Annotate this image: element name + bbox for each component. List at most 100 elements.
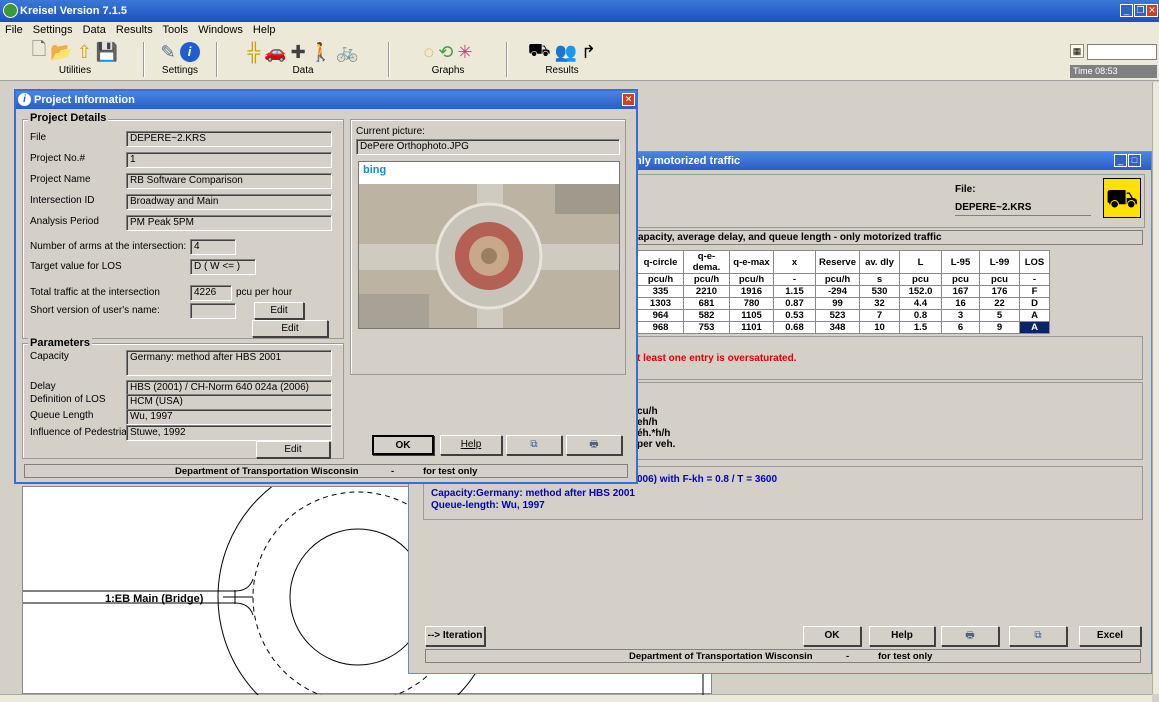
table-cell: 348 xyxy=(815,321,860,334)
table-cell: 1303 xyxy=(637,297,684,310)
menu-data[interactable]: Data xyxy=(83,24,106,36)
people-icon[interactable]: 👥 xyxy=(555,42,577,63)
open-folder-icon[interactable]: 📂 xyxy=(50,42,72,63)
info-icon[interactable]: i xyxy=(179,42,200,62)
traffic-unit: pcu per hour xyxy=(236,287,293,298)
toolbar-label-settings: Settings xyxy=(161,65,199,76)
calculator-icon[interactable]: ▦ xyxy=(1070,44,1084,58)
results-minimize-icon[interactable]: _ xyxy=(1114,154,1127,167)
cross-icon[interactable]: ✚ xyxy=(291,42,306,63)
table-cell: 5 xyxy=(979,309,1020,322)
table-cell: L-95 xyxy=(941,250,980,274)
up-arrow-icon[interactable]: ⇧ xyxy=(77,42,92,63)
table-cell: 1.15 xyxy=(773,285,816,298)
capacity-param[interactable]: Germany: method after HBS 2001 xyxy=(126,350,332,376)
param-label: Queue Length xyxy=(30,410,94,421)
menu-results[interactable]: Results xyxy=(116,24,153,36)
table-cell: pcu/h xyxy=(637,273,684,286)
project-name-field[interactable]: RB Software Comparison xyxy=(126,173,332,189)
minimize-icon[interactable]: _ xyxy=(1120,4,1133,17)
table-cell: LOS xyxy=(1019,250,1050,274)
orthophoto-image: bing xyxy=(358,161,620,329)
toolbar-group-data: ╬ 🚗 ✚ 🚶 🚲 Data xyxy=(222,39,384,79)
arms-field[interactable]: 4 xyxy=(190,239,236,255)
dialog-close-icon[interactable]: ✕ xyxy=(622,93,635,106)
edit-user-button[interactable]: Edit xyxy=(254,302,304,319)
file-field[interactable]: DEPERE~2.KRS xyxy=(126,131,332,147)
dialog-copy-icon[interactable]: ⧉ xyxy=(506,435,562,455)
save-icon[interactable]: 💾 xyxy=(96,42,118,63)
flow-graph-icon[interactable]: ✳ xyxy=(457,42,472,63)
table-cell: q-circle xyxy=(637,250,684,274)
table-cell: q-e-dema. xyxy=(683,250,730,274)
vertical-scrollbar[interactable] xyxy=(1152,82,1159,694)
param-label: Definition of LOS xyxy=(30,394,106,405)
edit-details-button[interactable]: Edit xyxy=(252,320,328,337)
app-titlebar: Kreisel Version 7.1.5 xyxy=(0,0,1159,22)
results-help-button[interactable]: Help xyxy=(869,626,935,646)
los-definition-param[interactable]: HCM (USA) xyxy=(126,394,332,410)
pedestrians-param[interactable]: Stuwe, 1992 xyxy=(126,425,332,441)
roundabout-icon[interactable]: ◌ xyxy=(424,42,435,63)
toolbar-group-graphs: ◌ ⟲ ✳ Graphs xyxy=(394,39,502,79)
results-maximize-icon[interactable]: □ xyxy=(1128,154,1141,167)
table-cell: av. dly xyxy=(859,250,900,274)
dialog-print-icon[interactable]: 🖶 xyxy=(566,435,622,455)
new-file-icon[interactable]: 🗋 xyxy=(32,37,46,67)
intersection-id-field[interactable]: Broadway and Main xyxy=(126,194,332,210)
queue-method: Queue-length: Wu, 1997 xyxy=(431,500,545,511)
results-statusbar: Department of Transportation Wisconsin -… xyxy=(425,649,1141,663)
app-title: Kreisel Version 7.1.5 xyxy=(20,5,128,17)
quick-input[interactable] xyxy=(1087,44,1157,60)
table-row: 1303 681 780 0.87 99 32 4.4 16 22 D xyxy=(637,297,1050,310)
delay-method: 006) with F-kh = 0.8 / T = 3600 xyxy=(637,474,778,485)
menu-tools[interactable]: Tools xyxy=(162,24,188,36)
roundabout-arrows-icon[interactable]: ⟲ xyxy=(438,42,453,63)
target-los-field[interactable]: D ( W <= ) xyxy=(190,259,256,275)
results-print-icon[interactable]: 🖶 xyxy=(941,626,999,646)
param-label: Delay xyxy=(30,381,56,392)
pedestrians-icon[interactable]: 🚶 xyxy=(310,42,332,63)
dialog-ok-button[interactable]: OK xyxy=(372,435,434,455)
field-label: Intersection ID xyxy=(30,195,95,206)
menu-settings[interactable]: Settings xyxy=(33,24,73,36)
settings-wand-icon[interactable]: ✎ xyxy=(160,42,175,63)
analysis-period-field[interactable]: PM Peak 5PM xyxy=(126,215,332,231)
user-name-field[interactable] xyxy=(190,303,236,319)
total-traffic-field[interactable]: 4226 xyxy=(190,285,232,301)
table-cell: 7 xyxy=(859,309,900,322)
table-cell: 968 xyxy=(637,321,684,334)
table-units-row: pcu/h pcu/h pcu/h - pcu/h s pcu pcu pcu - xyxy=(637,273,1050,286)
results-ok-button[interactable]: OK xyxy=(803,626,861,646)
edit-params-button[interactable]: Edit xyxy=(256,441,330,458)
bicycle-icon[interactable]: 🚲 xyxy=(336,42,358,63)
unit-line: eh/h xyxy=(637,417,658,428)
intersection-icon[interactable]: ╬ xyxy=(247,42,260,63)
close-icon[interactable]: ✕ xyxy=(1146,4,1158,17)
current-picture-field[interactable]: DePere Orthophoto.JPG xyxy=(356,139,620,155)
table-cell: 964 xyxy=(637,309,684,322)
table-cell: 152.0 xyxy=(899,285,942,298)
excel-button[interactable]: Excel xyxy=(1079,626,1141,646)
queue-length-param[interactable]: Wu, 1997 xyxy=(126,409,332,425)
status-note: for test only xyxy=(423,466,478,477)
field-label: Analysis Period xyxy=(30,216,99,227)
oversaturation-warning: t least one entry is oversaturated. xyxy=(637,353,797,364)
project-number-field[interactable]: 1 xyxy=(126,152,332,168)
results-copy-icon[interactable]: ⧉ xyxy=(1009,626,1067,646)
toolbar-label-utilities: Utilities xyxy=(58,65,92,76)
horizontal-scrollbar[interactable] xyxy=(0,694,1152,702)
car-icon[interactable]: 🚗 xyxy=(264,42,286,63)
menu-windows[interactable]: Windows xyxy=(198,24,243,36)
turn-right-icon[interactable]: ↱ xyxy=(581,42,596,63)
traffic-label: Total traffic at the intersection xyxy=(30,287,160,298)
menu-help[interactable]: Help xyxy=(253,24,276,36)
menu-file[interactable]: File xyxy=(5,24,23,36)
results-heading: apacity, average delay, and queue length… xyxy=(637,230,1143,245)
dialog-help-button[interactable]: Help xyxy=(440,435,502,455)
table-cell: L-99 xyxy=(979,250,1020,274)
vehicle-front-icon[interactable]: ⛟ xyxy=(528,40,551,64)
table-cell: 22 xyxy=(979,297,1020,310)
iteration-button[interactable]: --> Iteration xyxy=(425,626,485,646)
table-cell: 523 xyxy=(815,309,860,322)
